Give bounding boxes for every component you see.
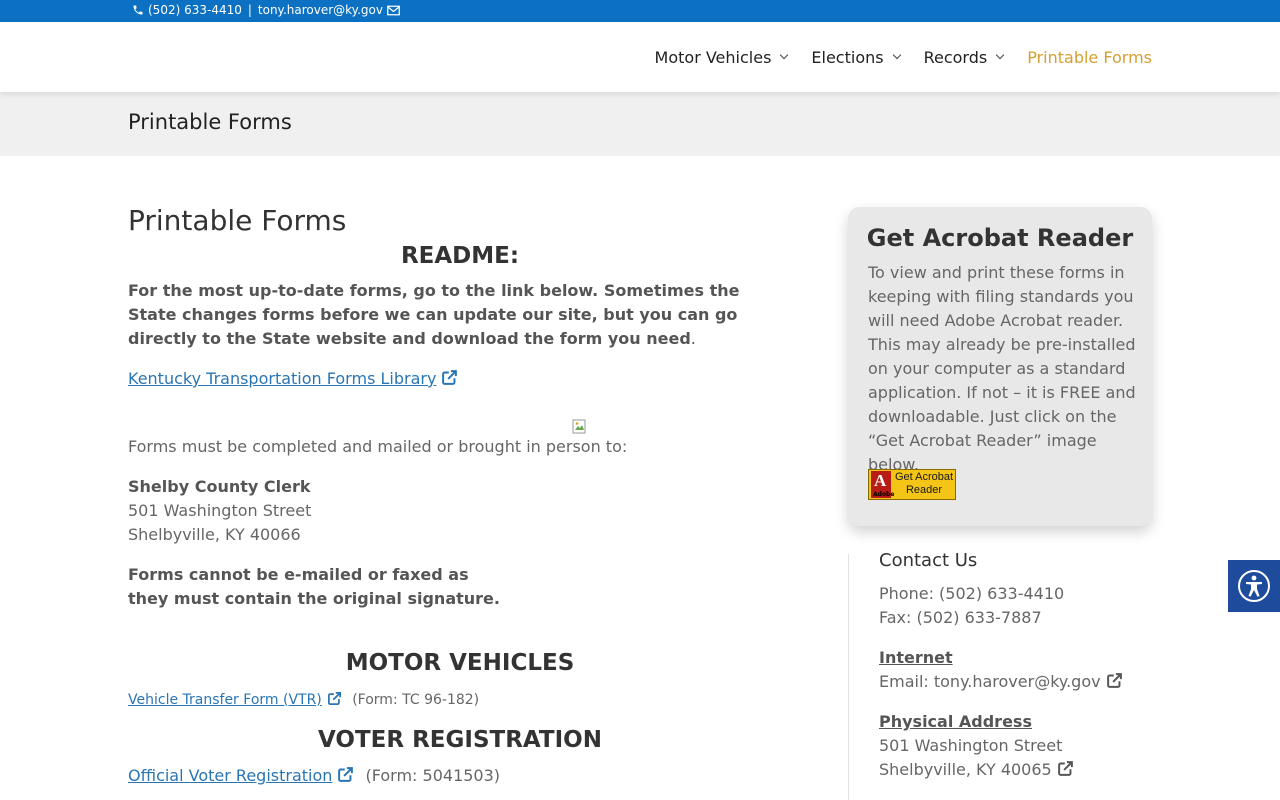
nav-item-label: Motor Vehicles <box>654 47 772 67</box>
acrobat-description: To view and print these forms in keeping… <box>868 263 1136 474</box>
contact-city[interactable]: Shelbyville, KY 40065 <box>879 760 1052 779</box>
top-contact-bar: (502) 633-4410 | tony.harover@ky.gov <box>0 0 1280 22</box>
acrobat-reader-box: Get Acrobat Reader To view and print the… <box>848 207 1152 526</box>
sidebar-divider <box>848 554 849 800</box>
topbar-phone[interactable]: (502) 633-4410 <box>148 3 242 17</box>
voter-form-number: (Form: 5041503) <box>365 766 501 785</box>
contact-fax: Fax: (502) 633-7887 <box>879 608 1042 627</box>
acrobat-badge-line1: Get Acrobat <box>894 471 954 483</box>
clerk-city: Shelbyville, KY 40066 <box>128 525 301 544</box>
phone-icon <box>132 4 144 16</box>
forms-library-link[interactable]: Kentucky Transportation Forms Library <box>128 369 436 388</box>
content-heading: Printable Forms <box>128 204 347 237</box>
chevron-down-icon <box>995 50 1005 60</box>
mail-instructions: Forms must be completed and mailed or br… <box>128 437 628 456</box>
vtr-row: Vehicle Transfer Form (VTR) (Form: TC 96… <box>128 688 479 712</box>
vtr-form-number: (Form: TC 96-182) <box>352 692 480 708</box>
nav-item-records[interactable]: Records <box>923 47 1005 67</box>
external-link-icon <box>338 767 354 782</box>
readme-text: For the most up-to-date forms, go to the… <box>128 279 792 351</box>
accessibility-button[interactable] <box>1228 560 1280 612</box>
voter-row: Official Voter Registration (Form: 50415… <box>128 764 500 788</box>
acrobat-title: Get Acrobat Reader <box>866 224 1134 252</box>
nav-item-elections[interactable]: Elections <box>811 47 901 67</box>
get-acrobat-reader-button[interactable]: A Adobe Get Acrobat Reader <box>868 469 956 500</box>
acrobat-badge-line2: Reader <box>905 484 943 496</box>
external-link-icon <box>1106 673 1122 688</box>
notice-line-1: Forms cannot be e-mailed or faxed as <box>128 565 469 584</box>
chevron-down-icon <box>892 50 901 60</box>
nav-item-label: Elections <box>811 47 884 67</box>
physical-address-heading: Physical Address <box>879 712 1032 731</box>
clerk-name: Shelby County Clerk <box>128 477 311 496</box>
contact-email-row: Email: tony.harover@ky.gov <box>879 670 1123 694</box>
nav-item-label: Records <box>923 47 988 67</box>
main-nav: Motor Vehicles Elections Records Printab… <box>655 22 1152 92</box>
notice-line-2: they must contain the original signature… <box>128 589 500 608</box>
adobe-logo-letter: A <box>874 471 887 490</box>
adobe-logo-icon: A Adobe <box>871 471 895 498</box>
clerk-street: 501 Washington Street <box>128 501 312 520</box>
topbar-separator: | <box>247 3 252 17</box>
contact-phone[interactable]: Phone: (502) 633-4410 <box>879 582 1064 606</box>
motor-vehicles-heading: MOTOR VEHICLES <box>345 650 575 676</box>
external-link-icon <box>442 370 458 385</box>
topbar-email[interactable]: tony.harover@ky.gov <box>258 3 383 17</box>
page-title-band: Printable Forms <box>0 92 1280 156</box>
accessibility-icon <box>1238 570 1270 602</box>
voter-registration-link[interactable]: Official Voter Registration <box>128 766 332 785</box>
voter-registration-heading: VOTER REGISTRATION <box>318 727 602 753</box>
broken-image-icon <box>572 419 586 434</box>
contact-email[interactable]: Email: tony.harover@ky.gov <box>879 672 1101 691</box>
acrobat-badge-text: Get Acrobat Reader <box>893 471 955 497</box>
contact-street: 501 Washington Street <box>879 736 1063 755</box>
contact-title: Contact Us <box>879 550 978 571</box>
nav-item-motor-vehicles[interactable]: Motor Vehicles <box>654 47 789 67</box>
vtr-form-link[interactable]: Vehicle Transfer Form (VTR) <box>128 692 322 708</box>
nav-item-printable-forms[interactable]: Printable Forms <box>1027 48 1152 67</box>
external-link-icon <box>1057 761 1073 776</box>
adobe-brand-text: Adobe <box>873 491 895 498</box>
forms-library-row: Kentucky Transportation Forms Library <box>128 367 458 391</box>
page-title: Printable Forms <box>128 110 292 134</box>
nav-item-label: Printable Forms <box>1027 47 1152 67</box>
contact-city-row: Shelbyville, KY 40065 <box>879 758 1074 782</box>
readme-text-body: For the most up-to-date forms, go to the… <box>128 281 740 348</box>
readme-text-period: . <box>690 329 696 348</box>
chevron-down-icon <box>780 50 789 60</box>
readme-heading: README: <box>400 243 520 269</box>
envelope-icon <box>387 5 400 16</box>
internet-heading: Internet <box>879 648 953 667</box>
external-link-icon <box>327 692 341 705</box>
site-header: Motor Vehicles Elections Records Printab… <box>0 22 1280 92</box>
